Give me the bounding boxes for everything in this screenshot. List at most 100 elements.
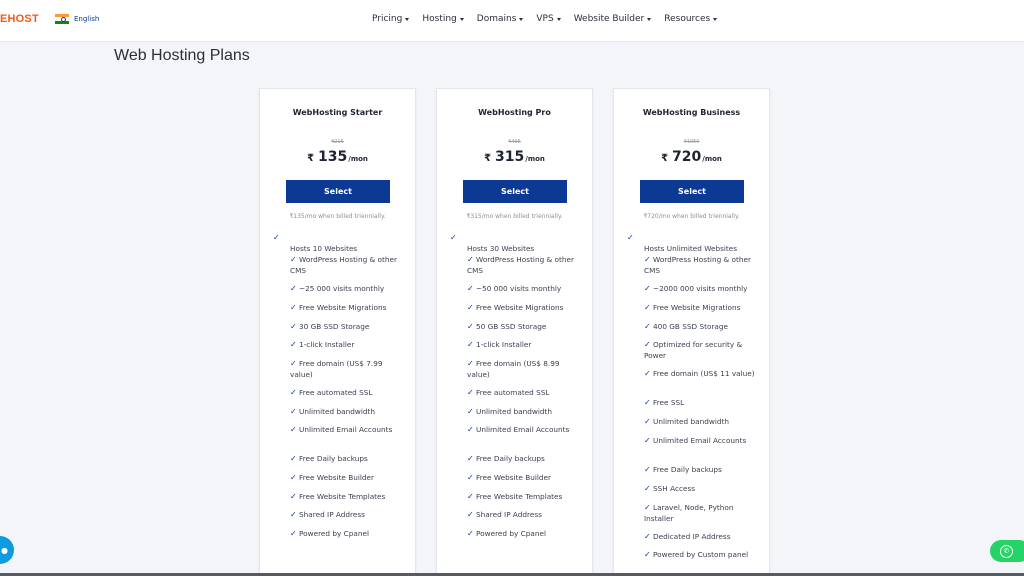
check-icon: ✓ bbox=[450, 233, 457, 242]
check-icon: ✓ bbox=[290, 529, 297, 538]
nav-website-builder[interactable]: Website Builder bbox=[574, 14, 652, 24]
check-icon: ✓ bbox=[290, 388, 297, 397]
check-icon: ✓ bbox=[467, 284, 474, 293]
check-icon: ✓ bbox=[290, 454, 297, 463]
whatsapp-button[interactable]: ✆ bbox=[990, 540, 1024, 562]
check-icon: ✓ bbox=[290, 510, 297, 519]
nav-vps[interactable]: VPS bbox=[536, 14, 561, 24]
plan-price: ₹ 720 /mon bbox=[614, 149, 769, 165]
plan-card-pro: WebHosting Pro ₹495 ₹ 315 /mon Select ₹3… bbox=[436, 88, 593, 576]
chevron-down-icon bbox=[556, 17, 561, 21]
check-icon: ✓ bbox=[467, 473, 474, 482]
feature-item: ✓ Free Website Migrations bbox=[290, 303, 387, 312]
chat-widget-button[interactable]: ● bbox=[0, 536, 14, 564]
feature-item: ✓ ~25 000 visits monthly bbox=[290, 284, 385, 293]
nav-hosting[interactable]: Hosting bbox=[422, 14, 464, 24]
feature-item: ✓ 400 GB SSD Storage bbox=[644, 322, 729, 331]
check-icon: ✓ bbox=[644, 503, 651, 512]
price-period: /mon bbox=[348, 155, 368, 163]
feature-item: ✓ Unlimited bandwidth bbox=[644, 417, 729, 426]
check-icon: ✓ bbox=[467, 510, 474, 519]
chevron-down-icon bbox=[459, 17, 464, 21]
check-icon: ✓ bbox=[644, 340, 651, 349]
feature-item: ✓ Powered by Cpanel bbox=[467, 529, 546, 538]
feature-item: Hosts 30 Websites bbox=[467, 244, 535, 253]
check-icon: ✓ bbox=[467, 492, 474, 501]
feature-item: ✓ Free SSL bbox=[644, 398, 685, 407]
check-icon: ✓ bbox=[644, 322, 651, 331]
feature-item: Hosts Unlimited Websites bbox=[644, 244, 738, 253]
chat-icon: ● bbox=[1, 545, 8, 555]
check-icon: ✓ bbox=[467, 255, 474, 264]
nav-resources[interactable]: Resources bbox=[664, 14, 718, 24]
check-icon: ✓ bbox=[467, 359, 474, 368]
feature-item: ✓ 1-click Installer bbox=[467, 340, 532, 349]
check-icon: ✓ bbox=[290, 407, 297, 416]
check-icon: ✓ bbox=[290, 425, 297, 434]
plan-card-starter: WebHosting Starter ₹215 ₹ 135 /mon Selec… bbox=[259, 88, 416, 576]
feature-item: ✓ 1-click Installer bbox=[290, 340, 355, 349]
feature-item: ✓ Free Website Templates bbox=[467, 492, 563, 501]
feature-item: ✓ Powered by Custom panel bbox=[644, 550, 749, 559]
feature-item: ✓ WordPress Hosting & other CMS bbox=[644, 255, 751, 275]
main-nav: Pricing Hosting Domains VPS Website Buil… bbox=[372, 14, 718, 24]
feature-item: ✓ Unlimited Email Accounts bbox=[290, 425, 393, 434]
select-button[interactable]: Select bbox=[640, 180, 744, 203]
price-period: /mon bbox=[702, 155, 722, 163]
check-icon: ✓ bbox=[290, 284, 297, 293]
currency-symbol: ₹ bbox=[484, 153, 492, 164]
price-amount: 720 bbox=[672, 149, 702, 165]
check-icon: ✓ bbox=[467, 425, 474, 434]
feature-item: ✓ Free domain (US$ 8.99 value) bbox=[467, 359, 560, 379]
feature-item: ✓ Unlimited Email Accounts bbox=[467, 425, 570, 434]
nav-pricing[interactable]: Pricing bbox=[372, 14, 410, 24]
check-icon: ✓ bbox=[290, 303, 297, 312]
check-icon: ✓ bbox=[467, 340, 474, 349]
feature-item: ✓ Shared IP Address bbox=[467, 510, 542, 519]
feature-item: ✓ ~50 000 visits monthly bbox=[467, 284, 562, 293]
site-logo[interactable]: EHOST bbox=[0, 13, 39, 25]
chevron-down-icon bbox=[405, 17, 410, 21]
billing-note: ₹135/mo when billed triennially. bbox=[289, 213, 386, 220]
language-selector[interactable]: English bbox=[55, 14, 99, 24]
feature-item: ✓ ~2000 000 visits monthly bbox=[644, 284, 748, 293]
check-icon: ✓ bbox=[644, 369, 651, 378]
page-title: Web Hosting Plans bbox=[114, 47, 250, 64]
feature-item: ✓ Free domain (US$ 7.99 value) bbox=[290, 359, 383, 379]
nav-domains[interactable]: Domains bbox=[477, 14, 524, 24]
feature-item: ✓ SSH Access bbox=[644, 484, 696, 493]
select-button[interactable]: Select bbox=[463, 180, 567, 203]
check-icon: ✓ bbox=[644, 417, 651, 426]
plan-card-business: WebHosting Business ₹1050 ₹ 720 /mon Sel… bbox=[613, 88, 770, 576]
chevron-down-icon bbox=[713, 17, 718, 21]
feature-item: ✓ Free Daily backups bbox=[467, 454, 545, 463]
check-icon: ✓ bbox=[290, 492, 297, 501]
feature-item: ✓ Free Daily backups bbox=[290, 454, 368, 463]
check-icon: ✓ bbox=[644, 465, 651, 474]
select-button[interactable]: Select bbox=[286, 180, 390, 203]
feature-item: ✓ WordPress Hosting & other CMS bbox=[290, 255, 397, 275]
feature-item: ✓ WordPress Hosting & other CMS bbox=[467, 255, 574, 275]
check-icon: ✓ bbox=[644, 532, 651, 541]
check-icon: ✓ bbox=[290, 322, 297, 331]
check-icon: ✓ bbox=[290, 255, 297, 264]
feature-item: ✓ Free automated SSL bbox=[290, 388, 373, 397]
price-period: /mon bbox=[525, 155, 545, 163]
feature-item: ✓ Dedicated IP Address bbox=[644, 532, 731, 541]
currency-symbol: ₹ bbox=[307, 153, 315, 164]
check-icon: ✓ bbox=[467, 388, 474, 397]
feature-item: ✓ Free Website Migrations bbox=[644, 303, 741, 312]
check-icon: ✓ bbox=[467, 303, 474, 312]
plan-old-price: ₹1050 bbox=[683, 139, 700, 145]
plan-old-price: ₹215 bbox=[331, 139, 344, 145]
check-icon: ✓ bbox=[273, 233, 280, 242]
feature-item: ✓ 30 GB SSD Storage bbox=[290, 322, 370, 331]
check-icon: ✓ bbox=[467, 454, 474, 463]
feature-item: ✓ Free domain (US$ 11 value) bbox=[644, 369, 755, 378]
check-icon: ✓ bbox=[290, 473, 297, 482]
check-icon: ✓ bbox=[290, 340, 297, 349]
feature-item: Hosts 10 Websites bbox=[290, 244, 358, 253]
feature-item: ✓ Free Website Builder bbox=[290, 473, 375, 482]
feature-item: ✓ Optimized for security & Power bbox=[644, 340, 743, 360]
check-icon: ✓ bbox=[467, 407, 474, 416]
